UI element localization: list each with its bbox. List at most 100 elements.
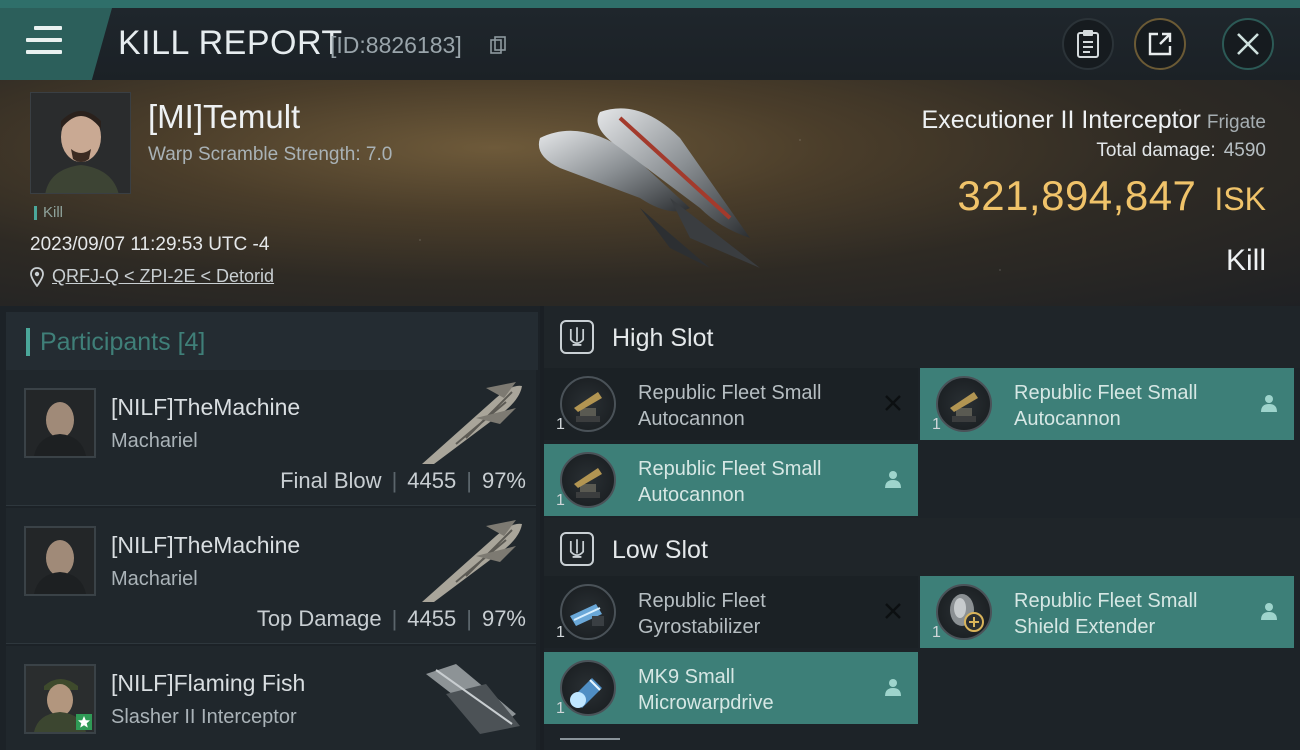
high-slot-label: High Slot xyxy=(612,324,714,352)
module-item[interactable]: 1 Republic Fleet Small Shield Extender xyxy=(920,576,1294,648)
high-slot-icon xyxy=(560,320,594,354)
header-bar: KILL REPORT [ID:8826183] xyxy=(0,8,1300,80)
module-name-line2: Microwarpdrive xyxy=(638,692,774,714)
module-name-line2: Shield Extender xyxy=(1014,616,1156,638)
module-image xyxy=(936,584,992,640)
module-item[interactable]: 1 MK9 Small Microwarpdrive xyxy=(544,652,918,724)
pilot-portrait-image xyxy=(31,93,130,193)
page-title: KILL REPORT xyxy=(118,24,343,62)
participant-ship-image xyxy=(422,520,522,602)
victim-portrait[interactable] xyxy=(30,92,131,194)
participant-role: Top Damage xyxy=(256,606,382,631)
module-image xyxy=(560,584,616,640)
module-name-line1: Republic Fleet xyxy=(638,590,766,612)
module-name-line1: MK9 Small xyxy=(638,666,735,688)
participant-name: [NILF]TheMachine xyxy=(111,394,301,420)
victim-pilot-name[interactable]: [MI]Temult xyxy=(148,98,300,136)
hamburger-menu-icon xyxy=(26,26,62,54)
participant-avatar[interactable] xyxy=(24,526,96,596)
module-item[interactable]: 1 Republic Fleet Gyrostabilizer xyxy=(544,576,918,648)
copy-icon[interactable] xyxy=(490,36,506,54)
kill-tag: Kill xyxy=(34,205,63,220)
participant-name: [NILF]Flaming Fish xyxy=(111,670,306,696)
module-quantity: 1 xyxy=(932,624,941,641)
module-item[interactable]: 1 Republic Fleet Small Autocannon xyxy=(920,368,1294,440)
destroyed-x-icon xyxy=(885,395,901,411)
participant-damage: 4455 xyxy=(407,606,457,631)
low-slot-label: Low Slot xyxy=(612,536,708,564)
share-icon xyxy=(1148,32,1172,56)
participant-avatar[interactable] xyxy=(24,388,96,458)
report-id: [ID:8826183] xyxy=(330,32,462,58)
close-button[interactable] xyxy=(1222,18,1274,70)
module-quantity: 1 xyxy=(932,416,941,433)
participants-count: [4] xyxy=(177,328,206,356)
participant-stats: Top Damage | 4455 | 97% xyxy=(256,606,526,631)
participant-ship: Machariel xyxy=(111,430,198,452)
participant-row[interactable]: [NILF]TheMachine Machariel Final Blow | 44… xyxy=(6,370,536,506)
participant-role: Final Blow xyxy=(280,468,382,493)
participant-avatar[interactable] xyxy=(24,664,96,734)
participant-ship-image xyxy=(426,664,520,734)
location-link[interactable]: QRFJ-Q < ZPI-2E < Detorid xyxy=(52,266,274,287)
share-button[interactable] xyxy=(1134,18,1186,70)
module-quantity: 1 xyxy=(556,624,565,641)
ship-type-name: Executioner II Interceptor xyxy=(921,106,1201,134)
module-image xyxy=(936,376,992,432)
person-icon xyxy=(1261,603,1277,620)
total-damage-label: Total damage: xyxy=(1096,140,1216,161)
result-label: Kill xyxy=(1225,244,1266,277)
star-badge-icon xyxy=(76,714,92,730)
person-icon xyxy=(1261,395,1277,412)
participant-stats: Final Blow | 4455 | 97% xyxy=(280,468,526,493)
victim-summary: [MI]Temult Warp Scramble Strength: 7.0 K… xyxy=(0,80,1300,306)
fitting-panel: High Slot 1 Republic Fleet Small Autocann… xyxy=(544,306,1300,750)
module-quantity: 1 xyxy=(556,492,565,509)
warp-scramble-strength: Warp Scramble Strength: 7.0 xyxy=(148,144,393,165)
module-name-line2: Autocannon xyxy=(1014,408,1121,430)
total-damage: Total damage: 4590 xyxy=(1096,140,1266,162)
module-name-line2: Autocannon xyxy=(638,408,745,430)
isk-value: 321,894,847 ISK xyxy=(957,172,1266,220)
top-accent-line xyxy=(0,0,1300,8)
kill-location[interactable]: QRFJ-Q < ZPI-2E < Detorid xyxy=(30,266,274,287)
participant-percent: 97% xyxy=(481,606,526,631)
module-name-line1: Republic Fleet Small xyxy=(638,458,822,480)
participants-title: Participants xyxy=(40,328,171,356)
clipboard-icon xyxy=(1077,30,1099,58)
person-icon xyxy=(885,679,901,696)
high-slot-header: High Slot xyxy=(544,306,1300,368)
module-image xyxy=(560,660,616,716)
participants-panel: Participants [4] [NILF]TheMachine Machar… xyxy=(0,306,540,750)
low-slot-icon xyxy=(560,532,594,566)
victim-ship-image[interactable] xyxy=(520,98,770,273)
module-image xyxy=(560,376,616,432)
participant-ship: Machariel xyxy=(111,568,198,590)
low-slot-header: Low Slot xyxy=(544,518,1300,580)
module-name-line1: Republic Fleet Small xyxy=(1014,382,1198,404)
participant-damage: 4455 xyxy=(407,468,457,493)
module-item[interactable]: 1 Republic Fleet Small Autocannon xyxy=(544,368,918,440)
victim-ship-name[interactable]: Executioner II Interceptor Frigate xyxy=(922,106,1266,135)
module-item[interactable]: 1 Republic Fleet Small Autocannon xyxy=(544,444,918,516)
close-icon xyxy=(1237,33,1259,55)
location-pin-icon xyxy=(30,266,44,287)
person-icon xyxy=(885,471,901,488)
total-damage-value: 4590 xyxy=(1223,140,1266,161)
isk-unit: ISK xyxy=(1214,181,1266,217)
participant-ship-image xyxy=(422,382,522,464)
participant-name: [NILF]TheMachine xyxy=(111,532,301,558)
module-quantity: 1 xyxy=(556,416,565,433)
module-quantity: 1 xyxy=(556,700,565,717)
participant-row[interactable]: [NILF]TheMachine Machariel Top Damage | 44… xyxy=(6,508,536,644)
next-slot-header-partial xyxy=(560,738,620,750)
isk-amount: 321,894,847 xyxy=(957,172,1197,219)
menu-button[interactable] xyxy=(0,8,112,80)
clipboard-button[interactable] xyxy=(1062,18,1114,70)
module-name-line1: Republic Fleet Small xyxy=(1014,590,1198,612)
module-image xyxy=(560,452,616,508)
participant-row[interactable]: [NILF]Flaming Fish Slasher II Intercepto… xyxy=(6,646,536,750)
kill-datetime: 2023/09/07 11:29:53 UTC -4 xyxy=(30,234,270,255)
module-name-line1: Republic Fleet Small xyxy=(638,382,822,404)
participant-percent: 97% xyxy=(481,468,526,493)
